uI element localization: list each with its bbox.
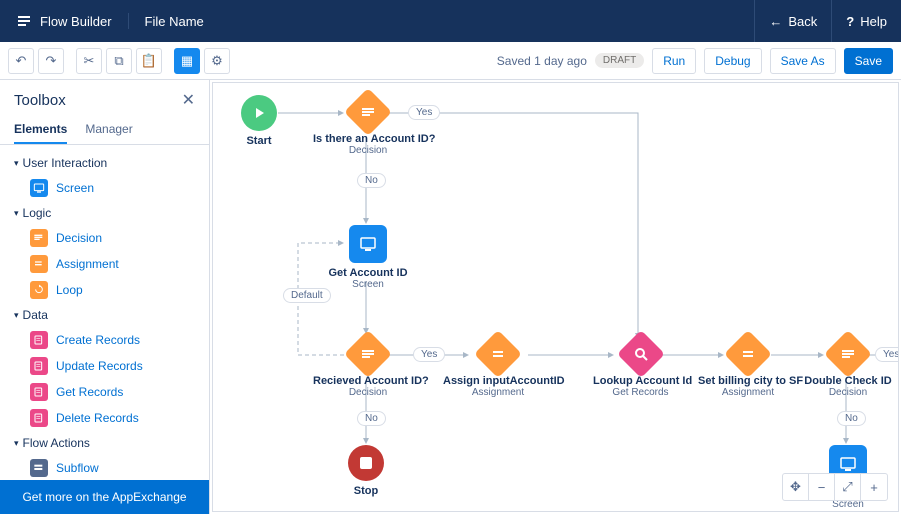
debug-button[interactable]: Debug xyxy=(704,48,761,74)
assignment-icon xyxy=(490,346,506,362)
pan-button[interactable]: ✥ xyxy=(783,474,809,500)
help-icon: ? xyxy=(846,14,854,29)
node-received-account-id[interactable]: Recieved Account ID? Decision xyxy=(313,333,423,398)
zoom-fit-button[interactable]: ⤢ xyxy=(835,474,861,500)
toolbox-sidebar: Toolbox ✕ Elements Manager ▾User Interac… xyxy=(0,80,210,514)
paste-button[interactable]: 📋 xyxy=(136,48,162,74)
group-header[interactable]: ▾Data xyxy=(0,303,209,327)
decision-icon xyxy=(360,346,376,362)
back-button[interactable]: ← Back xyxy=(754,0,831,42)
file-name[interactable]: File Name xyxy=(129,14,220,29)
undo-button[interactable]: ↶ xyxy=(8,48,34,74)
tab-elements[interactable]: Elements xyxy=(14,116,67,144)
palette-item-assignment[interactable]: Assignment xyxy=(0,251,209,277)
screen-icon xyxy=(359,235,377,253)
decision-icon xyxy=(360,104,376,120)
record-icon xyxy=(30,357,48,375)
edge-label-no: No xyxy=(837,411,866,426)
palette-item-loop[interactable]: Loop xyxy=(0,277,209,303)
copy-button[interactable]: ⧉ xyxy=(106,48,132,74)
chevron-down-icon: ▾ xyxy=(14,208,19,219)
decision-icon xyxy=(30,229,48,247)
edge-label-yes: Yes xyxy=(875,347,899,362)
status-badge: DRAFT xyxy=(595,53,644,68)
palette-item-decision[interactable]: Decision xyxy=(0,225,209,251)
palette-item-label: Loop xyxy=(56,283,83,297)
screen-icon xyxy=(30,179,48,197)
save-as-button[interactable]: Save As xyxy=(770,48,836,74)
palette-item-label: Create Records xyxy=(56,333,140,347)
node-stop[interactable]: Stop xyxy=(348,445,384,497)
zoom-out-button[interactable]: − xyxy=(809,474,835,500)
palette-item-label: Screen xyxy=(56,181,94,195)
node-assign-input-account-id[interactable]: Assign inputAccountID Assignment xyxy=(443,333,553,398)
edge-label-no: No xyxy=(357,173,386,188)
header: Flow Builder File Name ← Back ? Help xyxy=(0,0,901,42)
palette-item-screen[interactable]: Screen xyxy=(0,175,209,201)
palette-item-label: Update Records xyxy=(56,359,143,373)
edge-label-yes: Yes xyxy=(408,105,440,120)
chevron-down-icon: ▾ xyxy=(14,310,19,321)
edge-label-no: No xyxy=(357,411,386,426)
zoom-in-button[interactable]: + xyxy=(861,474,887,500)
group-header[interactable]: ▾User Interaction xyxy=(0,151,209,175)
edge-label-yes: Yes xyxy=(413,347,445,362)
record-icon xyxy=(30,331,48,349)
assignment-icon xyxy=(30,255,48,273)
redo-button[interactable]: ↷ xyxy=(38,48,64,74)
palette-item-label: Delete Records xyxy=(56,411,139,425)
screen-icon xyxy=(839,455,857,473)
settings-button[interactable]: ⚙ xyxy=(204,48,230,74)
palette-item-label: Get Records xyxy=(56,385,123,399)
palette-item-label: Decision xyxy=(56,231,102,245)
edge-label-default: Default xyxy=(283,288,331,303)
tab-manager[interactable]: Manager xyxy=(85,116,132,144)
record-icon xyxy=(30,383,48,401)
node-start[interactable]: Start xyxy=(241,95,277,147)
flow-canvas[interactable]: Start Is there an Account ID? Decision G… xyxy=(212,82,899,512)
subflow-icon xyxy=(30,459,48,477)
toolbox-title: Toolbox xyxy=(14,92,66,109)
palette-item-get-records[interactable]: Get Records xyxy=(0,379,209,405)
save-status: Saved 1 day ago xyxy=(497,54,587,68)
palette-item-label: Subflow xyxy=(56,461,99,475)
search-icon xyxy=(633,346,649,362)
node-double-check-id[interactable]: Double Check ID Decision xyxy=(803,333,893,398)
decision-icon xyxy=(840,346,856,362)
appexchange-button[interactable]: Get more on the AppExchange xyxy=(0,480,209,514)
node-lookup-account-id[interactable]: Lookup Account Id Get Records xyxy=(593,333,688,398)
layout-button[interactable]: ▦ xyxy=(174,48,200,74)
palette-item-update-records[interactable]: Update Records xyxy=(0,353,209,379)
close-icon[interactable]: ✕ xyxy=(182,90,195,110)
cut-button[interactable]: ✂ xyxy=(76,48,102,74)
record-icon xyxy=(30,409,48,427)
flow-builder-icon xyxy=(16,13,32,29)
app-title: Flow Builder xyxy=(0,13,129,29)
node-get-account-id[interactable]: Get Account ID Screen xyxy=(328,225,408,290)
stop-icon xyxy=(360,457,372,469)
palette-item-subflow[interactable]: Subflow xyxy=(0,455,209,480)
palette-item-create-records[interactable]: Create Records xyxy=(0,327,209,353)
toolbar: ↶ ↷ ✂ ⧉ 📋 ▦ ⚙ Saved 1 day ago DRAFT Run … xyxy=(0,42,901,80)
group-header[interactable]: ▾Logic xyxy=(0,201,209,225)
palette-item-delete-records[interactable]: Delete Records xyxy=(0,405,209,431)
palette-item-label: Assignment xyxy=(56,257,119,271)
chevron-down-icon: ▾ xyxy=(14,158,19,169)
zoom-controls: ✥ − ⤢ + xyxy=(782,473,888,501)
save-button[interactable]: Save xyxy=(844,48,893,74)
assignment-icon xyxy=(740,346,756,362)
node-is-account-id[interactable]: Is there an Account ID? Decision xyxy=(313,91,423,156)
loop-icon xyxy=(30,281,48,299)
group-header[interactable]: ▾Flow Actions xyxy=(0,431,209,455)
back-arrow-icon: ← xyxy=(769,14,782,29)
help-button[interactable]: ? Help xyxy=(831,0,901,42)
play-icon xyxy=(252,106,266,120)
node-set-billing-city[interactable]: Set billing city to SF Assignment xyxy=(698,333,798,398)
chevron-down-icon: ▾ xyxy=(14,438,19,449)
run-button[interactable]: Run xyxy=(652,48,696,74)
